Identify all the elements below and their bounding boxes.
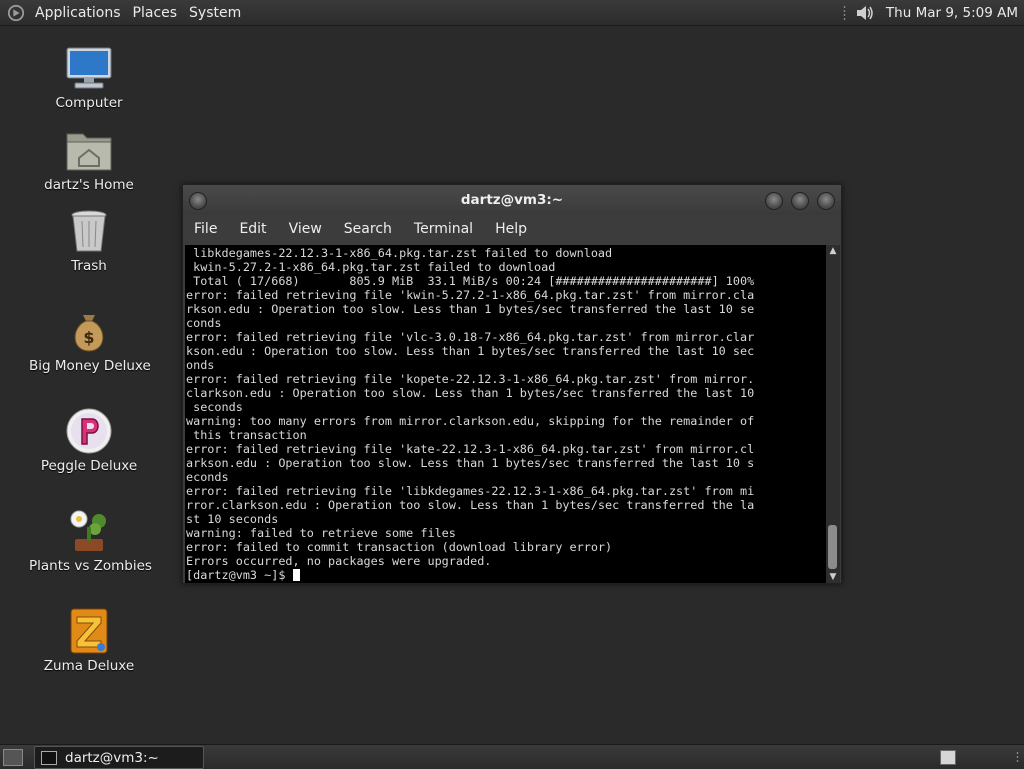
clock[interactable]: Thu Mar 9, 5:09 AM — [884, 5, 1020, 21]
taskbar-window-button[interactable]: dartz@vm3:~ — [34, 746, 204, 769]
output-line: arkson.edu : Operation too slow. Less th… — [186, 456, 755, 470]
window-titlebar[interactable]: dartz@vm3:~ — [183, 185, 841, 215]
output-line: rror.clarkson.edu : Operation too slow. … — [186, 498, 755, 512]
taskbar-window-label: dartz@vm3:~ — [65, 749, 159, 766]
desktop-icon-trash[interactable]: Trash — [29, 207, 149, 274]
output-line: error: failed retrieving file 'kwin-5.27… — [186, 288, 755, 302]
output-line: error: failed retrieving file 'vlc-3.0.1… — [186, 330, 755, 344]
menu-search[interactable]: Search — [333, 221, 403, 237]
close-button[interactable] — [817, 192, 835, 210]
places-menu[interactable]: Places — [127, 5, 184, 21]
applications-menu[interactable]: Applications — [29, 5, 127, 21]
minimize-button[interactable] — [765, 192, 783, 210]
output-line: kwin-5.27.2-1-x86_64.pkg.tar.zst failed … — [186, 260, 556, 274]
top-panel: Applications Places System Thu Mar 9, 5:… — [0, 0, 1024, 26]
workspace-switcher[interactable] — [940, 750, 956, 765]
show-desktop-icon[interactable] — [3, 749, 23, 766]
peggle-icon — [66, 408, 112, 454]
svg-text:$: $ — [83, 328, 94, 347]
output-line: kson.edu : Operation too slow. Less than… — [186, 344, 755, 358]
text-cursor — [292, 569, 300, 581]
terminal-icon — [41, 750, 57, 765]
menu-terminal[interactable]: Terminal — [403, 221, 484, 237]
zuma-icon — [70, 608, 108, 654]
desktop-icon-home[interactable]: dartz's Home — [29, 126, 149, 193]
trash-icon — [71, 210, 107, 252]
panel-tray: Thu Mar 9, 5:09 AM — [842, 0, 1020, 25]
output-line: warning: failed to retrieve some files — [186, 526, 456, 540]
desktop-icon-label: Zuma Deluxe — [43, 658, 135, 674]
panel-grip[interactable] — [1016, 751, 1019, 763]
desktop-icon-plants-vs-zombies[interactable]: Plants vs Zombies — [29, 507, 152, 574]
window-title: dartz@vm3:~ — [460, 192, 564, 208]
desktop-icon-label: dartz's Home — [44, 177, 134, 193]
panel-grip[interactable] — [842, 4, 846, 21]
maximize-button[interactable] — [791, 192, 809, 210]
menu-file[interactable]: File — [183, 221, 228, 237]
computer-icon — [66, 47, 112, 89]
desktop-icon-computer[interactable]: Computer — [29, 44, 149, 111]
menu-help[interactable]: Help — [484, 221, 538, 237]
terminal-output[interactable]: libkdegames-22.12.3-1-x86_64.pkg.tar.zst… — [185, 245, 826, 583]
desktop-icon-label: Peggle Deluxe — [40, 458, 138, 474]
output-line: seconds — [186, 400, 243, 414]
terminal-window[interactable]: dartz@vm3:~ File Edit View Search Termin… — [182, 184, 842, 584]
menu-edit[interactable]: Edit — [228, 221, 277, 237]
terminal-scrollbar[interactable]: ▲ ▼ — [826, 245, 840, 583]
scrollbar-thumb[interactable] — [828, 525, 837, 569]
output-line: this transaction — [186, 428, 307, 442]
terminal-menubar: File Edit View Search Terminal Help — [183, 217, 841, 241]
output-line: rkson.edu : Operation too slow. Less tha… — [186, 302, 755, 316]
output-line: Errors occurred, no packages were upgrad… — [186, 554, 492, 568]
scroll-down-arrow-icon[interactable]: ▼ — [826, 571, 840, 583]
output-line: error: failed retrieving file 'kopete-22… — [186, 372, 755, 386]
scroll-up-arrow-icon[interactable]: ▲ — [826, 245, 840, 257]
desktop-icon-label: Plants vs Zombies — [29, 558, 152, 574]
output-line: clarkson.edu : Operation too slow. Less … — [186, 386, 755, 400]
output-line: conds — [186, 316, 222, 330]
output-line: st 10 seconds — [186, 512, 279, 526]
output-line: error: failed to commit transaction (dow… — [186, 540, 613, 554]
output-line: error: failed retrieving file 'libkdegam… — [186, 484, 755, 498]
menu-view[interactable]: View — [278, 221, 333, 237]
system-menu[interactable]: System — [183, 5, 247, 21]
desktop-icon-label: Trash — [71, 258, 107, 274]
desktop-icon-label: Big Money Deluxe — [29, 358, 151, 374]
output-line: Total ( 17/668) 805.9 MiB 33.1 MiB/s 00:… — [186, 274, 755, 288]
output-line: libkdegames-22.12.3-1-x86_64.pkg.tar.zst… — [186, 246, 613, 260]
desktop-icon-peggle[interactable]: Peggle Deluxe — [29, 407, 149, 474]
volume-icon[interactable] — [854, 3, 876, 23]
terminal-text: libkdegames-22.12.3-1-x86_64.pkg.tar.zst… — [186, 246, 754, 582]
output-line: onds — [186, 358, 215, 372]
distro-logo-icon[interactable] — [7, 4, 25, 22]
plants-vs-zombies-icon — [70, 510, 106, 551]
desktop-icon-zuma[interactable]: Zuma Deluxe — [29, 607, 149, 674]
output-line: econds — [186, 470, 229, 484]
desktop-icon-big-money[interactable]: $ Big Money Deluxe — [29, 307, 151, 374]
money-bag-icon: $ — [74, 315, 104, 352]
output-line: warning: too many errors from mirror.cla… — [186, 414, 755, 428]
output-line: error: failed retrieving file 'kate-22.1… — [186, 442, 755, 456]
bottom-panel: dartz@vm3:~ — [0, 744, 1024, 769]
shell-prompt: [dartz@vm3 ~]$ — [186, 568, 293, 582]
home-folder-icon — [66, 133, 112, 171]
desktop-icon-label: Computer — [55, 95, 123, 111]
